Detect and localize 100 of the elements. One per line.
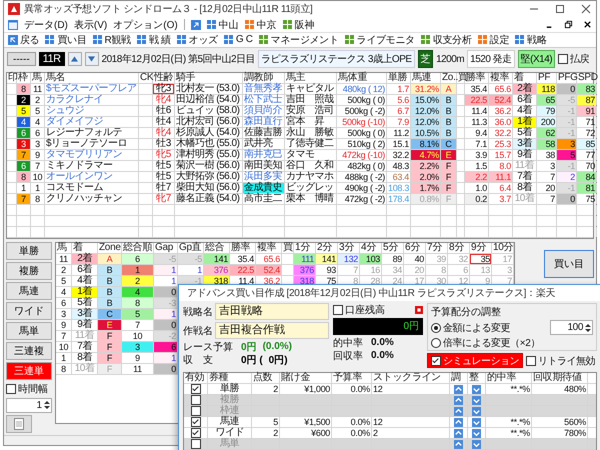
column-header[interactable]: 有効 (184, 373, 208, 383)
column-header[interactable]: 整 (468, 373, 486, 383)
column-header[interactable]: 券種 (208, 373, 252, 383)
column-header[interactable]: 6分 (404, 242, 426, 253)
column-header[interactable]: 複率 (489, 72, 513, 83)
column-header[interactable]: 9分 (470, 242, 492, 253)
menu-item[interactable]: オプション(O) (113, 18, 178, 32)
column-header[interactable]: PF (537, 72, 557, 83)
table-cell: 1 (154, 352, 178, 363)
column-header[interactable]: Gap (154, 242, 178, 253)
column-header[interactable]: 2分 (316, 242, 338, 253)
column-header[interactable]: 騎手 (175, 72, 243, 83)
column-header[interactable]: 枠 (17, 72, 31, 83)
table-cell: 16 (360, 264, 382, 275)
venue-tab[interactable]: 中山 (218, 18, 239, 32)
column-header[interactable]: 勝率 (465, 72, 489, 83)
buy-button[interactable]: 買い目 (544, 250, 594, 278)
table-cell: 15.7 (489, 150, 513, 160)
column-header[interactable]: 着 (72, 242, 98, 253)
bet-type-button[interactable]: 単勝 (6, 242, 52, 260)
column-header[interactable]: 買 (282, 242, 294, 253)
plan-field[interactable]: 吉田複合作戦 (215, 322, 329, 339)
column-header[interactable]: 馬主 (285, 72, 337, 83)
number-spinner[interactable]: 1 (6, 398, 52, 413)
column-header[interactable]: 勝率 (230, 242, 256, 253)
bet-type-button[interactable]: ワイド (6, 302, 52, 320)
table-cell: $リョーノテソーロ (45, 138, 139, 149)
stat-value: 0円 ( (241, 354, 263, 366)
toolbar-button[interactable]: 戻る (20, 32, 40, 47)
toolbar-button[interactable]: 買い目 (57, 32, 87, 47)
column-header[interactable]: 単勝 (387, 72, 411, 83)
table-cell: -5 (178, 254, 204, 264)
table-cell: 11着 (513, 160, 537, 171)
nav-button[interactable]: ----- (7, 52, 36, 66)
column-header[interactable]: 性齢 (153, 72, 175, 83)
table-cell: 4 (17, 116, 31, 127)
column-header[interactable]: 調教師 (243, 72, 285, 83)
column-header[interactable]: CK (139, 72, 153, 83)
table-cell: 木幡巧也 (55.0) (175, 138, 243, 149)
strategy-field[interactable]: 吉田戦略 (215, 303, 329, 320)
column-header[interactable]: Zo.. (441, 72, 457, 83)
menu-item[interactable]: データ(D) (24, 18, 68, 32)
table-cell: 6 (122, 254, 154, 264)
column-header[interactable]: Zone (98, 242, 122, 253)
bet-type-button[interactable]: 馬単 (6, 322, 52, 340)
column-header[interactable]: Gp直 (178, 242, 204, 253)
column-header[interactable]: 賭け金 (280, 373, 332, 383)
column-header[interactable]: 馬 (31, 72, 45, 83)
bet-type-button[interactable]: 複勝 (6, 262, 52, 280)
column-header[interactable]: 総合順 (122, 242, 154, 253)
column-header[interactable]: PFG (557, 72, 577, 83)
table-cell: 大野拓弥 (56.0) (175, 172, 243, 182)
dialog-title: アドバンス買い目作成 [2018年12月02日(日) 中山11R ラピスラズリステークス]：楽天 (187, 286, 556, 300)
column-header[interactable]: 1分 (294, 242, 316, 253)
bet-type-button[interactable]: 三連単 (6, 362, 52, 380)
amount-spinner[interactable]: 100 (550, 320, 593, 335)
column-header[interactable]: ストックライン (372, 373, 450, 383)
bet-type-button[interactable]: 馬連 (6, 282, 52, 300)
column-header[interactable]: 5分 (382, 242, 404, 253)
table-cell: 91 (577, 106, 597, 116)
toolbar-button[interactable]: 設定 (490, 32, 510, 47)
column-header[interactable]: SPD (577, 72, 597, 83)
column-header[interactable]: 7分 (426, 242, 448, 253)
table-cell: 3.7 (489, 194, 513, 204)
column-header[interactable]: 8分 (448, 242, 470, 253)
column-header[interactable]: 回収期待値 (532, 373, 588, 383)
toolbar-button[interactable]: オッズ (188, 32, 218, 47)
column-header[interactable]: 総合 (204, 242, 230, 253)
column-header[interactable]: 馬連 (411, 72, 441, 83)
table-cell: 40 (404, 254, 426, 264)
toolbar-button[interactable]: マネージメント (270, 32, 339, 47)
venue-tab[interactable]: 阪神 (294, 18, 315, 32)
column-header[interactable]: 点数 (252, 373, 280, 383)
column-header[interactable]: 馬 (56, 242, 72, 253)
column-header[interactable]: 予算率 (332, 373, 372, 383)
column-header[interactable]: 買 (457, 72, 465, 83)
toolbar-button[interactable]: 収支分析 (432, 32, 472, 47)
column-header[interactable]: 的中率 (486, 373, 532, 383)
table-cell: 8 (31, 194, 45, 204)
stat-label: 回収率 (333, 350, 364, 362)
column-header[interactable]: 馬体重 (337, 72, 387, 83)
table-cell: 0.2 (465, 194, 489, 204)
column-header[interactable]: 印 (7, 72, 17, 83)
column-header[interactable]: 3分 (338, 242, 360, 253)
toolbar-button[interactable]: R観戦 (104, 32, 131, 47)
bet-type-button[interactable]: 三連複 (6, 342, 52, 360)
toolbar-button[interactable]: ライブモニタ (356, 32, 415, 47)
table-cell: 単勝 (208, 384, 252, 394)
venue-tab[interactable]: 中京 (256, 18, 277, 32)
column-header[interactable]: 10分 (492, 242, 514, 253)
menu-item[interactable]: 表示(V) (74, 18, 108, 32)
column-header[interactable]: 馬名 (45, 72, 139, 83)
column-header[interactable]: 複率 (256, 242, 282, 253)
toolbar-button[interactable]: 戦 績 (148, 32, 171, 47)
simulation-toggle[interactable]: シミュレーション (427, 353, 523, 368)
column-header[interactable]: 着 (513, 72, 537, 83)
column-header[interactable]: 4分 (360, 242, 382, 253)
column-header[interactable]: 調 (450, 373, 468, 383)
toolbar-button[interactable]: G C (236, 34, 253, 46)
toolbar-button[interactable]: 戦略 (527, 32, 546, 47)
